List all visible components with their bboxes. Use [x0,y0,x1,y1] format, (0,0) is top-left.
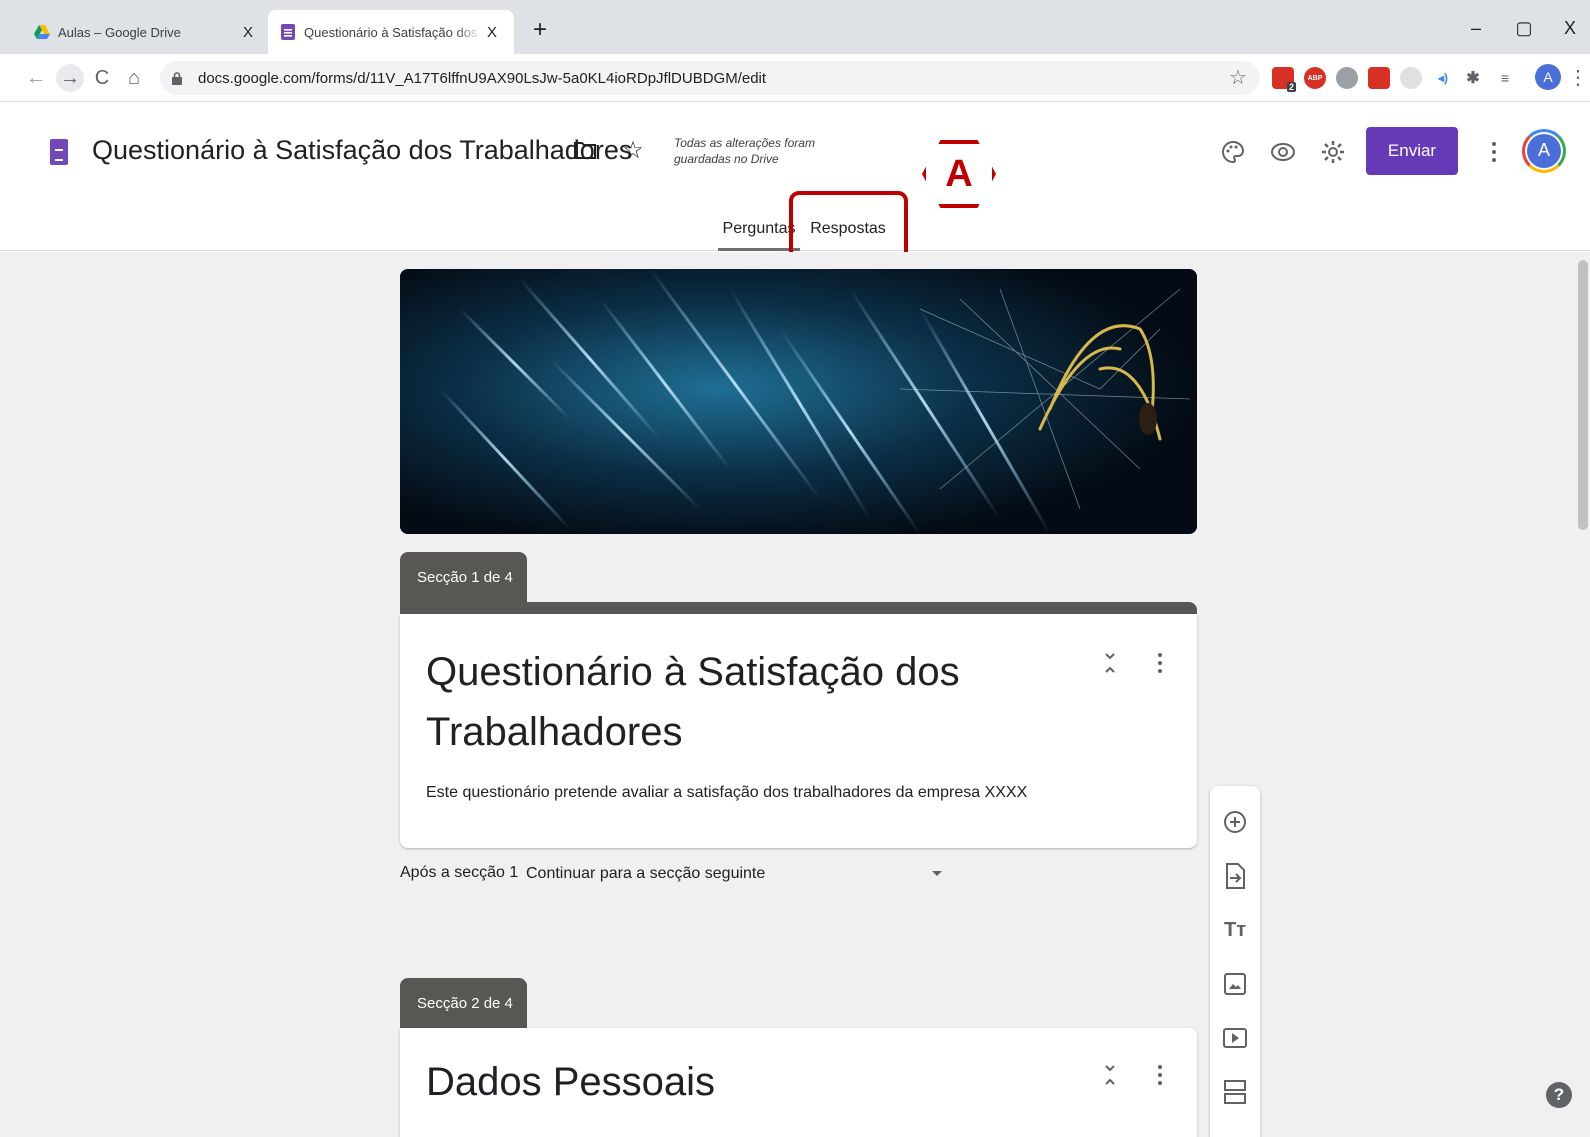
extension-avatar-icon[interactable] [1400,67,1422,89]
minimize-button[interactable]: – [1462,14,1490,42]
more-options-icon[interactable] [1484,137,1504,167]
send-button[interactable]: Enviar [1366,127,1458,175]
browser-menu-icon[interactable]: ⋮ [1568,64,1588,92]
home-icon[interactable]: ⌂ [120,64,148,92]
account-initial: A [1527,134,1561,168]
add-image-icon[interactable] [1219,968,1251,1000]
section-more-icon[interactable] [1150,1060,1170,1090]
forward-icon[interactable]: → [56,64,84,92]
section-description[interactable]: Este questionário pretende avaliar a sat… [426,784,1027,802]
preview-eye-icon[interactable] [1268,137,1298,167]
add-title-icon[interactable]: Tт [1219,914,1251,946]
tab-google-drive[interactable]: Aulas – Google Drive X [22,10,270,54]
chevron-down-icon [932,871,942,876]
tab-title: Questionário à Satisfação dos Trabalhado… [304,24,482,40]
help-icon[interactable]: ? [1546,1082,1572,1108]
annotation-marker-label: A [945,152,973,195]
extension-calendar-icon[interactable]: 2 [1272,67,1296,92]
section-title[interactable]: Dados Pessoais [426,1052,1046,1112]
import-questions-icon[interactable] [1219,860,1251,892]
add-question-icon[interactable] [1219,806,1251,838]
forms-logo-icon[interactable] [50,139,68,165]
tab-title: Aulas – Google Drive [58,24,181,40]
lock-icon [172,71,186,85]
close-tab-icon[interactable]: X [238,24,258,41]
restore-button[interactable]: ▢ [1510,14,1538,42]
section-title[interactable]: Questionário à Satisfação dos Trabalhado… [426,642,1046,762]
after-section-select[interactable]: Continuar para a secção seguinte [526,854,956,894]
google-drive-icon [34,25,50,39]
save-status-line: Todas as alterações foram [674,136,815,150]
extension-drive-icon[interactable] [1336,67,1358,89]
account-avatar[interactable]: A [1522,129,1566,173]
bookmark-star-icon[interactable]: ☆ [1224,64,1252,92]
form-title[interactable]: Questionário à Satisfação dos Trabalhado… [92,135,632,166]
star-icon[interactable]: ☆ [618,135,648,165]
reading-list-icon[interactable]: ≡ [1494,67,1516,89]
browser-profile-avatar[interactable]: A [1535,64,1561,90]
save-status: Todas as alterações foram guardadas no D… [674,135,815,167]
extension-grid-icon[interactable] [1368,67,1390,89]
section-more-icon[interactable] [1150,648,1170,678]
extensions-puzzle-icon[interactable]: ✱ [1462,67,1484,89]
after-section-label: Após a secção 1 [400,864,519,881]
tab-questions[interactable]: Perguntas [718,207,800,251]
after-section-value: Continuar para a secção seguinte [526,865,766,882]
close-tab-icon[interactable]: X [482,24,502,41]
folder-icon[interactable] [570,135,600,165]
section-1-card[interactable]: Questionário à Satisfação dos Trabalhado… [400,614,1197,848]
screen: Aulas – Google Drive X Questionário à Sa… [0,0,1590,1137]
collapse-section-icon[interactable] [1100,648,1120,678]
section-2-card[interactable]: Dados Pessoais [400,1028,1197,1137]
close-window-button[interactable]: X [1556,14,1584,42]
back-icon[interactable]: ← [22,64,50,92]
reload-icon[interactable]: C [88,64,116,92]
add-section-icon[interactable] [1219,1076,1251,1108]
collapse-section-icon[interactable] [1100,1060,1120,1090]
add-video-icon[interactable] [1219,1022,1251,1054]
header-banner-image[interactable] [400,269,1197,534]
browser-tab-strip: Aulas – Google Drive X Questionário à Sa… [0,0,1590,54]
floating-toolbar: Tт [1210,786,1260,1137]
form-editor-area: Secção 1 de 4 Questionário à Satisfação … [0,252,1590,1137]
browser-toolbar: ← → C ⌂ docs.google.com/forms/d/11V_A17T… [0,54,1590,102]
extension-badge: 2 [1286,82,1296,92]
google-forms-icon [281,24,295,40]
sound-icon[interactable]: ◂) [1432,67,1454,89]
section-1-bar [400,602,1197,614]
adblock-icon[interactable]: ABP [1304,67,1326,89]
new-tab-button[interactable]: + [526,16,554,44]
url-text: docs.google.com/forms/d/11V_A17T6lffnU9A… [198,69,767,87]
palette-icon[interactable] [1218,137,1248,167]
section-1-tab: Secção 1 de 4 [400,552,527,602]
section-2-tab: Secção 2 de 4 [400,978,527,1028]
save-status-line: guardadas no Drive [674,152,779,166]
tab-forms[interactable]: Questionário à Satisfação dos Trabalhado… [268,10,514,54]
page-scrollbar[interactable] [1578,260,1588,530]
settings-gear-icon[interactable] [1318,137,1348,167]
address-bar[interactable]: docs.google.com/forms/d/11V_A17T6lffnU9A… [160,61,1260,95]
